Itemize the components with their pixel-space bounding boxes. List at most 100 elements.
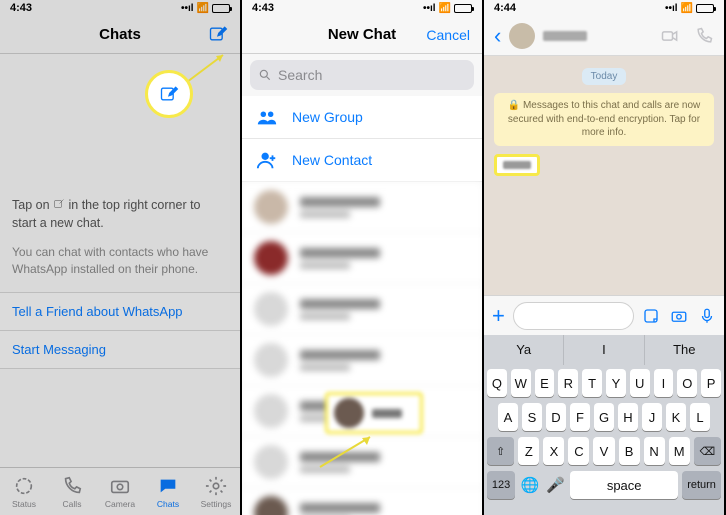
key-dictate[interactable]: 🎤 [545,471,567,499]
compose-button[interactable] [208,24,228,49]
key-e[interactable]: E [535,369,555,397]
list-item [242,335,482,386]
hint-subtext: You can chat with contacts who have What… [0,238,240,292]
key-f[interactable]: F [570,403,590,431]
key-s[interactable]: S [522,403,542,431]
list-item [242,233,482,284]
key-z[interactable]: Z [518,437,539,465]
tell-friend-link[interactable]: Tell a Friend about WhatsApp [0,292,240,330]
message-input-bar: + [484,295,724,335]
add-contact-icon [256,149,278,171]
screen-conversation: 4:44 ••ıl📶 ‹ Today 🔒 Messages to this ch… [484,0,726,515]
status-bar: 4:43 ••ıl📶 [242,0,482,16]
status-time: 4:43 [252,2,274,14]
compose-icon [159,84,179,104]
back-button[interactable]: ‹ [494,23,501,49]
compose-callout [145,70,193,118]
tab-calls[interactable]: Calls [48,468,96,515]
avatar [334,398,364,428]
sticker-icon[interactable] [642,307,660,325]
message-bubble[interactable] [494,154,540,176]
key-b[interactable]: B [619,437,640,465]
suggestion[interactable]: Ya [484,335,564,365]
attach-button[interactable]: + [492,303,505,329]
mic-icon[interactable] [698,307,716,325]
key-k[interactable]: K [666,403,686,431]
nav-title: Chats [99,26,141,43]
key-q[interactable]: Q [487,369,507,397]
key-h[interactable]: H [618,403,638,431]
key-r[interactable]: R [558,369,578,397]
key-x[interactable]: X [543,437,564,465]
key-n[interactable]: N [644,437,665,465]
tab-chats[interactable]: Chats [144,468,192,515]
screen-new-chat: 4:43 ••ıl📶 New Chat Cancel Search New Gr… [242,0,484,515]
key-backspace[interactable]: ⌫ [694,437,721,465]
nav-bar: New Chat Cancel [242,16,482,54]
key-t[interactable]: T [582,369,602,397]
new-contact-label: New Contact [292,152,372,168]
key-shift[interactable]: ⇧ [487,437,514,465]
key-g[interactable]: G [594,403,614,431]
key-y[interactable]: Y [606,369,626,397]
avatar[interactable] [509,23,535,49]
suggestion[interactable]: I [564,335,644,365]
key-a[interactable]: A [498,403,518,431]
video-call-icon[interactable] [660,26,680,46]
keyboard: QWERTYUIOP ASDFGHJKL ⇧ZXCVBNM⌫ 123 🌐 🎤 s… [484,365,724,515]
new-group-row[interactable]: New Group [242,96,482,139]
key-return[interactable]: return [682,471,721,499]
nav-title: New Chat [328,26,396,43]
contact-name[interactable] [543,31,587,41]
status-time: 4:43 [10,2,32,14]
new-group-label: New Group [292,109,363,125]
start-messaging-link[interactable]: Start Messaging [0,330,240,369]
nav-bar: Chats [0,16,240,54]
list-item [242,437,482,488]
tab-settings[interactable]: Settings [192,468,240,515]
tab-bar: Status Calls Camera Chats Settings [0,467,240,515]
screen-chats-empty: 4:43 ••ıl📶 Chats Tap on in the top right… [0,0,242,515]
camera-icon[interactable] [670,307,688,325]
voice-call-icon[interactable] [694,26,714,46]
key-m[interactable]: M [669,437,690,465]
suggestion[interactable]: The [645,335,724,365]
status-bar: 4:44 ••ıl📶 [484,0,724,16]
key-j[interactable]: J [642,403,662,431]
key-123[interactable]: 123 [487,471,515,499]
encryption-notice[interactable]: 🔒 Messages to this chat and calls are no… [494,93,714,146]
contact-list[interactable] [242,182,482,515]
key-o[interactable]: O [677,369,697,397]
list-item [242,284,482,335]
key-c[interactable]: C [568,437,589,465]
cancel-button[interactable]: Cancel [426,27,470,43]
key-l[interactable]: L [690,403,710,431]
date-badge: Today [582,68,626,85]
selected-contact-callout [325,392,423,434]
search-field[interactable]: Search [250,60,474,90]
tab-camera[interactable]: Camera [96,468,144,515]
search-placeholder: Search [278,67,322,83]
key-p[interactable]: P [701,369,721,397]
status-bar: 4:43 ••ıl📶 [0,0,240,16]
new-contact-row[interactable]: New Contact [242,139,482,182]
chat-body[interactable]: Today 🔒 Messages to this chat and calls … [484,56,724,295]
compose-icon [208,24,228,44]
tab-status[interactable]: Status [0,468,48,515]
keyboard-suggestions[interactable]: Ya I The [484,335,724,365]
chat-header: ‹ [484,16,724,56]
group-icon [256,106,278,128]
hint-text: Tap on in the top right corner to start … [0,182,240,238]
message-input[interactable] [513,302,634,330]
key-v[interactable]: V [593,437,614,465]
key-space[interactable]: space [570,471,678,499]
key-u[interactable]: U [630,369,650,397]
search-icon [258,68,272,82]
key-d[interactable]: D [546,403,566,431]
status-time: 4:44 [494,2,516,14]
key-i[interactable]: I [654,369,674,397]
key-globe[interactable]: 🌐 [519,471,541,499]
list-item [242,182,482,233]
list-item [242,488,482,515]
key-w[interactable]: W [511,369,531,397]
